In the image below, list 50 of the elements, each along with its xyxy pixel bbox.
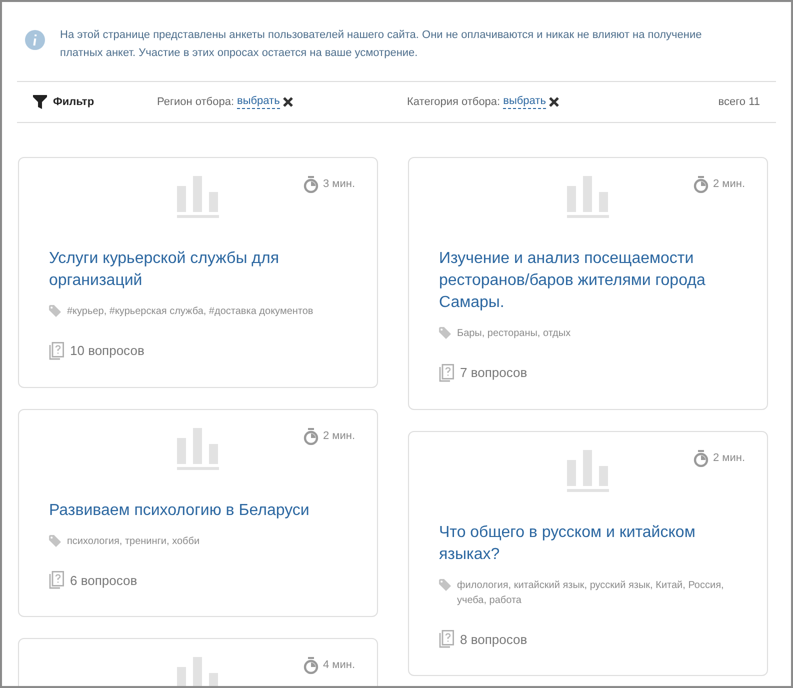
survey-card[interactable]: 2 мин. Развиваем психологию в Беларуси психология, тренинги, хобби 6 вопросов	[18, 408, 378, 617]
question-count: 7 вопросов	[460, 364, 528, 382]
info-text: На этой странице представлены анкеты пользователей нашего сайта. Они не оплачиваются и никак не влияют на получение платных анкет. Участие в этих опросах остается на ваше усмотрение.	[60, 28, 703, 61]
stopwatch-icon	[302, 428, 319, 444]
bar-chart-icon	[177, 428, 219, 470]
duration-text: 2 мин.	[322, 428, 355, 444]
stopwatch-icon	[302, 657, 319, 674]
clear-icon[interactable]	[548, 97, 559, 107]
stopwatch-icon	[302, 176, 319, 193]
bar-chart-icon	[177, 176, 219, 218]
bar-chart-icon	[567, 450, 609, 492]
duration-text: 2 мин.	[712, 177, 745, 192]
tags-text: #курьер, #курьерская служба, #доставка документов	[67, 305, 314, 319]
region-label: Регион отбора:	[157, 94, 234, 110]
duration-text: 2 мин.	[712, 450, 745, 466]
duration-text: 4 мин.	[322, 658, 355, 674]
tags-text: психология, тренинги, хобби	[67, 534, 200, 548]
region-select-link[interactable]: выбрать	[237, 95, 280, 109]
duration-text: 3 мин.	[322, 177, 355, 192]
category-label: Категория отбора:	[407, 94, 500, 110]
survey-card[interactable]: 2 мин. Что общего в русском и китайском языках? филология, китайский язык, русский язык, Китай, Россия, учеба, работа 8 вопросов	[408, 430, 768, 676]
question-document-icon	[439, 630, 454, 648]
clear-icon[interactable]	[282, 97, 293, 107]
total-count: всего 11	[718, 94, 760, 110]
question-document-icon	[49, 571, 64, 590]
tag-icon	[49, 534, 61, 546]
bar-chart-icon	[567, 176, 609, 218]
tags-text: филология, китайский язык, русский язык, Китай, Россия, учеба, работа	[457, 578, 725, 608]
tag-icon	[49, 305, 61, 317]
filter-title: Фильтр	[53, 94, 94, 110]
survey-title[interactable]: Что общего в русском и китайском языках?	[439, 522, 737, 566]
question-document-icon	[439, 364, 454, 382]
survey-card[interactable]: 3 мин. Услуги курьерской службы для организаций #курьер, #курьерская служба, #доставка документов 10 вопросов	[18, 157, 378, 388]
category-select-link[interactable]: выбрать	[503, 95, 546, 109]
question-count: 8 вопросов	[460, 630, 528, 649]
question-document-icon	[49, 342, 64, 360]
tag-icon	[439, 327, 451, 339]
stopwatch-icon	[692, 176, 709, 193]
survey-card[interactable]: 2 мин. Изучение и анализ посещаемости ресторанов/баров жителями города Самары. Бары, рестораны, отдых 7 вопросов	[408, 157, 768, 410]
survey-title[interactable]: Изучение и анализ посещаемости ресторанов/баров жителями города Самары.	[439, 248, 737, 314]
survey-card[interactable]: 4 мин.	[18, 638, 378, 686]
filter-icon	[33, 95, 47, 109]
info-icon	[25, 30, 45, 50]
question-count: 10 вопросов	[70, 342, 144, 360]
stopwatch-icon	[692, 450, 709, 466]
question-count: 6 вопросов	[70, 572, 138, 590]
survey-title[interactable]: Услуги курьерской службы для организаций	[49, 248, 347, 292]
survey-title[interactable]: Развиваем психологию в Беларуси	[49, 500, 347, 522]
tag-icon	[439, 578, 451, 590]
tags-text: Бары, рестораны, отдых	[457, 327, 571, 341]
